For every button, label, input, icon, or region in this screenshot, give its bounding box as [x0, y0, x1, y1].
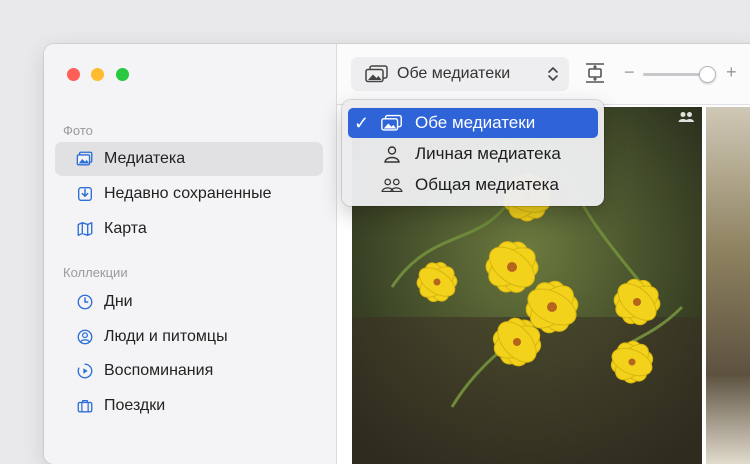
- library-select-value: Обе медиатеки: [397, 65, 511, 82]
- section-label-photos: Фото: [63, 123, 93, 138]
- sidebar-item-label: Люди и питомцы: [104, 328, 228, 345]
- sidebar-item-days[interactable]: Дни: [55, 285, 323, 319]
- photo-thumbnail-next[interactable]: [706, 107, 750, 464]
- clock-icon: [75, 292, 95, 312]
- suitcase-icon: [75, 396, 95, 416]
- sidebar-item-memories[interactable]: Воспоминания: [55, 354, 323, 388]
- sidebar-item-label: Дни: [104, 293, 133, 310]
- menu-item-label: Личная медиатека: [415, 144, 561, 163]
- close-button[interactable]: [67, 68, 80, 81]
- person-icon: [380, 143, 404, 165]
- photo-library-icon: [75, 149, 95, 169]
- sidebar-item-trips[interactable]: Поездки: [55, 389, 323, 423]
- sidebar-item-library[interactable]: Медиатека: [55, 142, 323, 176]
- memories-play-icon: [75, 361, 95, 381]
- map-icon: [75, 219, 95, 239]
- zoom-button[interactable]: [116, 68, 129, 81]
- sidebar-item-label: Карта: [104, 220, 147, 237]
- zoom-out-icon[interactable]: −: [624, 62, 635, 83]
- menu-item-personal-library[interactable]: Личная медиатека: [348, 139, 598, 169]
- toolbar: Обе медиатеки − +: [337, 44, 750, 105]
- section-label-collections: Коллекции: [63, 265, 128, 280]
- sidebar-item-label: Воспоминания: [104, 362, 214, 379]
- both-libraries-icon: [364, 64, 390, 84]
- sidebar-item-recently-saved[interactable]: Недавно сохраненные: [55, 177, 323, 211]
- menu-item-label: Обе медиатеки: [415, 113, 536, 132]
- sidebar-item-label: Недавно сохраненные: [104, 185, 272, 202]
- library-dropdown-menu: ✓ Обе медиатеки Личная медиатека Общая м…: [342, 100, 604, 206]
- menu-item-shared-library[interactable]: Общая медиатека: [348, 170, 598, 200]
- sidebar: Фото Медиатека Недавно сохраненные Карта…: [44, 44, 337, 464]
- sidebar-item-label: Поездки: [104, 397, 166, 414]
- zoom-in-icon[interactable]: +: [726, 62, 737, 83]
- library-select[interactable]: Обе медиатеки: [351, 57, 569, 91]
- fit-to-view-icon[interactable]: [583, 61, 607, 85]
- chevron-updown-icon: [547, 65, 559, 88]
- minimize-button[interactable]: [91, 68, 104, 81]
- menu-item-label: Общая медиатека: [415, 175, 559, 194]
- sidebar-item-people-pets[interactable]: Люди и питомцы: [55, 320, 323, 354]
- checkmark-icon: ✓: [354, 113, 370, 133]
- shared-people-icon: [677, 110, 695, 128]
- person-circle-icon: [75, 327, 95, 347]
- people-icon: [380, 174, 404, 196]
- zoom-slider-knob[interactable]: [699, 66, 716, 83]
- download-tray-icon: [75, 184, 95, 204]
- sidebar-item-map[interactable]: Карта: [55, 212, 323, 246]
- sidebar-item-label: Медиатека: [104, 150, 186, 167]
- both-libraries-icon: [380, 112, 404, 134]
- menu-item-both-libraries[interactable]: ✓ Обе медиатеки: [348, 108, 598, 138]
